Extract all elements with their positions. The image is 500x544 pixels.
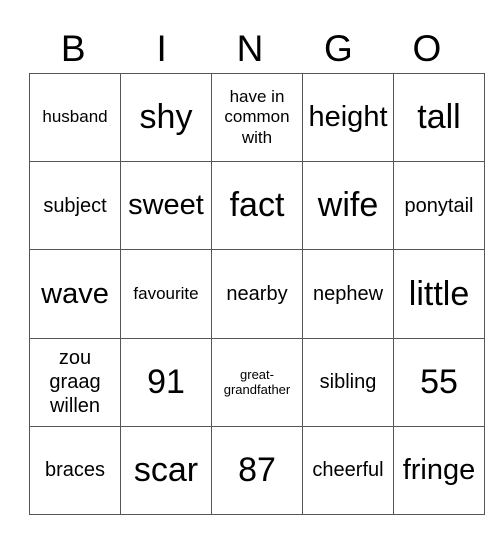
bingo-grid: husband shy have in common with height tall s… — [29, 72, 485, 516]
bingo-cell[interactable]: favourite — [120, 249, 212, 339]
header-letter-b: B — [60, 28, 86, 69]
bingo-cell[interactable]: fringe — [393, 425, 485, 516]
bingo-cell[interactable]: great-grandfather — [211, 337, 303, 427]
bingo-cell[interactable]: zou graag willen — [29, 337, 121, 427]
bingo-cell[interactable]: fact — [211, 161, 303, 251]
header-letter-n: N — [236, 28, 264, 69]
bingo-cell[interactable]: scar — [120, 425, 212, 516]
header-letter-i: I — [156, 28, 167, 69]
bingo-cell[interactable]: little — [393, 249, 485, 339]
grid-row: subject sweet fact wife ponytail — [29, 161, 485, 251]
bingo-cell[interactable]: height — [302, 72, 394, 163]
grid-row: braces scar 87 cheerful fringe — [29, 425, 485, 516]
bingo-cell[interactable]: tall — [393, 72, 485, 163]
bingo-cell[interactable]: subject — [29, 161, 121, 251]
bingo-cell[interactable]: shy — [120, 72, 212, 163]
bingo-header: B I N G O — [29, 20, 471, 73]
bingo-cell[interactable]: sweet — [120, 161, 212, 251]
bingo-cell[interactable]: 55 — [393, 337, 485, 427]
bingo-cell[interactable]: nearby — [211, 249, 303, 339]
grid-row: zou graag willen 91 great-grandfather sibli… — [29, 337, 485, 427]
grid-row: wave favourite nearby nephew little — [29, 249, 485, 339]
bingo-cell[interactable]: braces — [29, 425, 121, 516]
header-letter-o: O — [412, 28, 442, 69]
bingo-cell[interactable]: nephew — [302, 249, 394, 339]
bingo-cell[interactable]: husband — [29, 72, 121, 163]
bingo-cell[interactable]: cheerful — [302, 425, 394, 516]
bingo-cell[interactable]: wife — [302, 161, 394, 251]
bingo-cell[interactable]: wave — [29, 249, 121, 339]
header-letter-g: G — [324, 28, 353, 69]
bingo-cell[interactable]: 91 — [120, 337, 212, 427]
bingo-cell[interactable]: have in common with — [211, 72, 303, 163]
bingo-cell[interactable]: sibling — [302, 337, 394, 427]
bingo-cell[interactable]: ponytail — [393, 161, 485, 251]
bingo-cell[interactable]: 87 — [211, 425, 303, 516]
grid-row: husband shy have in common with height tall — [29, 72, 485, 163]
